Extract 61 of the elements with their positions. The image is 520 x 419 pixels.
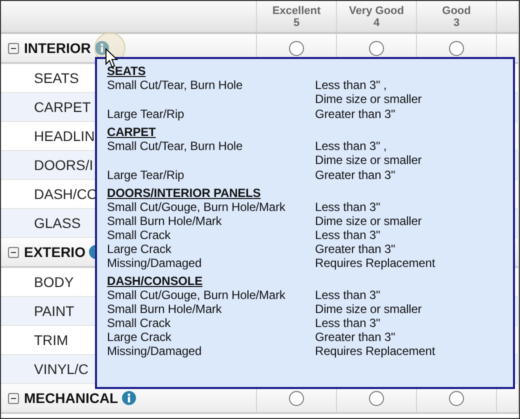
tooltip-heading: CARPET [107,125,157,139]
limit-text: Greater than 3" [315,168,396,182]
limit-text: Dime size or smaller [315,214,422,228]
row-label: GLASS [33,214,81,232]
column-label: Excellent [272,4,321,16]
radio-button[interactable] [369,40,384,56]
defect-text: Small Cut/Gouge, Burn Hole/Mark [107,200,286,214]
defect-text: Large Tear/Rip [107,168,184,182]
radio-button[interactable] [449,390,464,406]
column-label: Very Good [348,4,404,16]
radio-button[interactable] [289,390,304,406]
defect-text: Large Crack [107,330,172,344]
row-label: HEADLIN [33,126,95,146]
defect-text: Small Cut/Gouge, Burn Hole/Mark [107,288,286,302]
column-score: 4 [373,16,380,28]
defect-text: Small Burn Hole/Mark [107,302,222,316]
radio-button[interactable] [369,390,384,406]
row-label: SEATS [33,68,79,88]
limit-text: Greater than 3" [315,107,396,121]
row-label: CARPET [33,98,91,116]
limit-text: Dime size or smaller [315,302,422,316]
limit-text: Dime size or smaller [315,92,422,106]
defect-text: Large Crack [107,242,172,256]
limit-text: Dime size or smaller [315,153,422,167]
expand-toggle[interactable] [8,392,19,404]
defect-text: Small Cut/Tear, Burn Hole [107,78,243,92]
row-label: DOORS/I [33,156,94,174]
tooltip-heading: SEATS [107,64,147,78]
defect-text: Small Cut/Tear, Burn Hole [107,139,243,153]
row-label: VINYL/C [33,360,88,378]
defect-text: Large Tear/Rip [107,107,184,121]
section-title: EXTERIO [24,242,86,262]
defect-text: Small Crack [107,228,171,242]
defect-text: Missing/Damaged [107,344,202,358]
expand-toggle[interactable] [8,42,19,54]
section-title: MECHANICAL [24,388,118,408]
column-score: 3 [453,16,460,28]
defect-text: Missing/Damaged [107,256,202,270]
limit-text: Less than 3" , [315,139,387,153]
limit-text: Less than 3" [315,228,380,242]
row-label: PAINT [33,302,74,320]
column-score: 5 [293,16,300,28]
limit-text: Less than 3" [315,200,380,214]
defect-text: Small Crack [107,316,171,330]
column-label: Good [442,4,471,16]
tooltip-heading: DASH/CONSOLE [107,274,204,288]
limit-text: Greater than 3" [315,330,396,344]
tooltip-heading: DOORS/INTERIOR PANELS [107,186,262,200]
radio-button[interactable] [289,40,304,56]
expand-toggle[interactable] [8,246,19,258]
limit-text: Greater than 3" [315,242,396,256]
limit-text: Less than 3" [315,288,380,302]
limit-text: Less than 3" , [315,78,387,92]
limit-text: Requires Replacement [315,256,436,270]
section-title: INTERIOR [24,38,91,58]
limit-text: Less than 3" [315,316,380,330]
limit-text: Requires Replacement [315,344,436,358]
defect-text: Small Burn Hole/Mark [107,214,222,228]
radio-button[interactable] [449,40,464,56]
row-label: TRIM [33,330,68,350]
row-label: BODY [33,272,74,292]
